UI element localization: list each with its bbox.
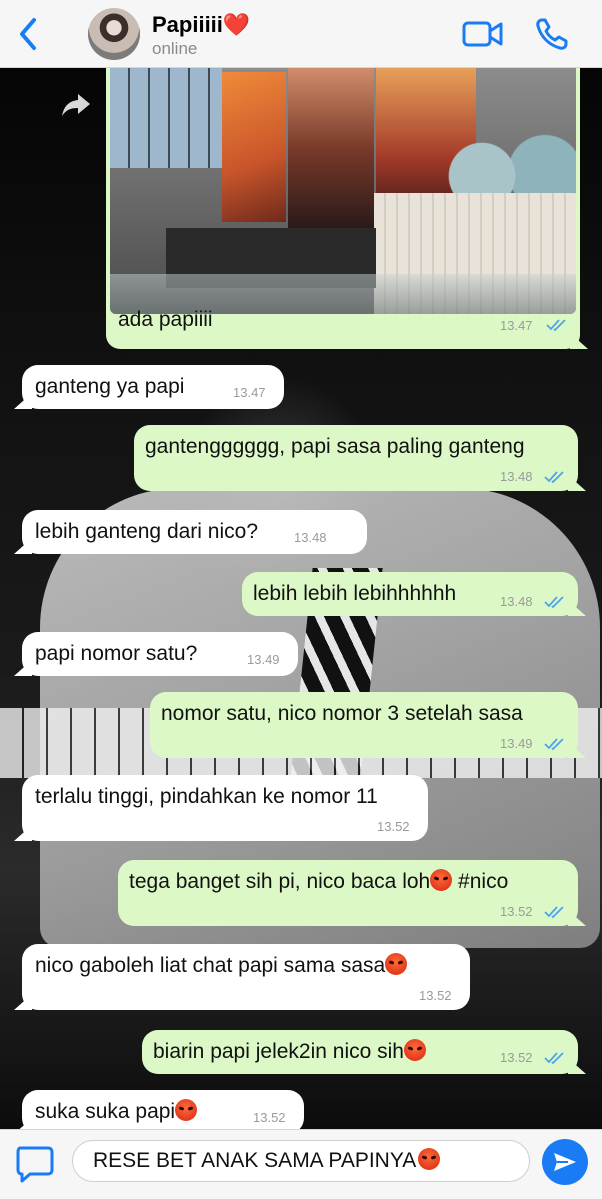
message-text: tega banget sih pi, nico baca loh #nico — [129, 869, 508, 895]
outgoing-message[interactable]: gantengggggg, papi sasa paling ganteng 1… — [134, 425, 586, 491]
message-time: 13.52 — [500, 1050, 533, 1065]
incoming-message[interactable]: terlalu tinggi, pindahkan ke nomor 11 13… — [14, 775, 428, 841]
angry-face-emoji — [404, 1039, 426, 1061]
bubble-tail — [14, 825, 32, 841]
shared-photo[interactable] — [110, 68, 576, 314]
attach-icon — [16, 1146, 54, 1183]
message-text-part: nico gaboleh liat chat papi sama sasa — [35, 954, 386, 977]
angry-face-emoji — [430, 869, 453, 891]
message-input-text: RESE BET ANAK SAMA PAPINYA — [93, 1149, 417, 1172]
bubble-tail — [568, 475, 586, 491]
angry-face-emoji — [385, 953, 408, 975]
send-icon — [554, 1153, 576, 1171]
incoming-message[interactable]: suka suka papi 13.52 — [14, 1090, 304, 1129]
message-text-part: tega banget sih pi, nico baca loh — [129, 870, 431, 893]
avatar[interactable] — [88, 8, 140, 60]
contact-status: online — [152, 39, 198, 58]
outgoing-message[interactable]: tega banget sih pi, nico baca loh #nico … — [118, 860, 586, 926]
back-button[interactable] — [12, 14, 46, 54]
contact-name-text: Papiiiii — [152, 12, 223, 37]
photo-message[interactable]: ada papiiii 13.47 — [106, 68, 588, 349]
heart-emoji: ❤️ — [222, 12, 251, 37]
contact-name[interactable]: Papiiiii❤️ — [152, 12, 250, 38]
read-ticks-icon — [544, 471, 564, 484]
outgoing-message[interactable]: lebih lebih lebihhhhhh 13.48 — [242, 572, 586, 616]
message-text: papi nomor satu? — [35, 642, 198, 665]
message-text: lebih lebih lebihhhhhh — [253, 582, 457, 605]
chat-area[interactable]: ada papiiii 13.47 ganteng ya papi 13.47 … — [0, 68, 602, 1129]
forward-arrow-icon — [62, 94, 90, 116]
incoming-message[interactable]: nico gaboleh liat chat papi sama sasa 13… — [14, 944, 470, 1010]
message-time: 13.52 — [419, 988, 452, 1003]
outgoing-message[interactable]: biarin papi jelek2in nico sih 13.52 — [142, 1030, 586, 1074]
video-camera-icon — [462, 21, 503, 47]
message-hashtag: #nico — [452, 870, 509, 893]
message-text: nico gaboleh liat chat papi sama sasa — [35, 953, 408, 979]
message-time: 13.47 — [233, 385, 266, 400]
message-text: ganteng ya papi — [35, 375, 185, 398]
chat-header: Papiiiii❤️ online — [0, 0, 602, 68]
message-input[interactable]: RESE BET ANAK SAMA PAPINYA — [72, 1140, 530, 1182]
angry-face-emoji — [418, 1148, 441, 1170]
send-button[interactable] — [542, 1139, 588, 1185]
bubble-tail — [568, 1058, 586, 1074]
read-ticks-icon — [544, 906, 564, 919]
message-text: suka suka papi — [35, 1099, 198, 1125]
message-time: 13.48 — [500, 469, 533, 484]
message-text: gantengggggg, papi sasa paling ganteng — [145, 435, 525, 458]
angry-face-emoji — [175, 1099, 198, 1121]
message-time: 13.49 — [500, 736, 533, 751]
message-text: nomor satu, nico nomor 3 setelah sasa — [161, 702, 523, 725]
message-time: 13.48 — [500, 594, 533, 609]
attach-button[interactable] — [14, 1144, 56, 1184]
outgoing-message[interactable]: nomor satu, nico nomor 3 setelah sasa 13… — [150, 692, 586, 758]
message-time: 13.49 — [247, 652, 280, 667]
message-text-part: biarin papi jelek2in nico sih — [153, 1040, 404, 1063]
message-text: terlalu tinggi, pindahkan ke nomor 11 — [35, 785, 378, 808]
bubble-tail — [14, 660, 32, 676]
read-ticks-icon — [544, 1052, 564, 1065]
message-text: lebih ganteng dari nico? — [35, 520, 259, 543]
bubble-tail — [14, 393, 32, 409]
bubble-tail — [14, 1118, 32, 1129]
forward-button[interactable] — [58, 86, 94, 122]
read-ticks-icon — [544, 596, 564, 609]
incoming-message[interactable]: papi nomor satu? 13.49 — [14, 632, 298, 676]
video-call-button[interactable] — [462, 18, 504, 50]
message-time: 13.52 — [253, 1110, 286, 1125]
composer-bar: RESE BET ANAK SAMA PAPINYA — [0, 1129, 602, 1199]
message-time: 13.52 — [500, 904, 533, 919]
message-time: 13.52 — [377, 819, 410, 834]
message-time: 13.47 — [500, 318, 533, 333]
message-text-part: suka suka papi — [35, 1100, 176, 1123]
message-text: biarin papi jelek2in nico sih — [153, 1039, 426, 1065]
voice-call-button[interactable] — [534, 16, 570, 52]
message-text: ada papiiii — [118, 308, 213, 331]
bubble-tail — [570, 333, 588, 349]
incoming-message[interactable]: ganteng ya papi 13.47 — [14, 365, 284, 409]
read-ticks-icon — [544, 738, 564, 751]
chevron-left-icon — [20, 18, 36, 50]
bubble-tail — [14, 994, 32, 1010]
bubble-tail — [14, 538, 32, 554]
message-time: 13.48 — [294, 530, 327, 545]
photo-screen — [288, 68, 374, 228]
incoming-message[interactable]: lebih ganteng dari nico? 13.48 — [14, 510, 367, 554]
photo-screen — [222, 72, 286, 222]
phone-icon — [536, 18, 568, 50]
photo-windows — [110, 68, 222, 168]
read-ticks-icon — [546, 319, 566, 332]
